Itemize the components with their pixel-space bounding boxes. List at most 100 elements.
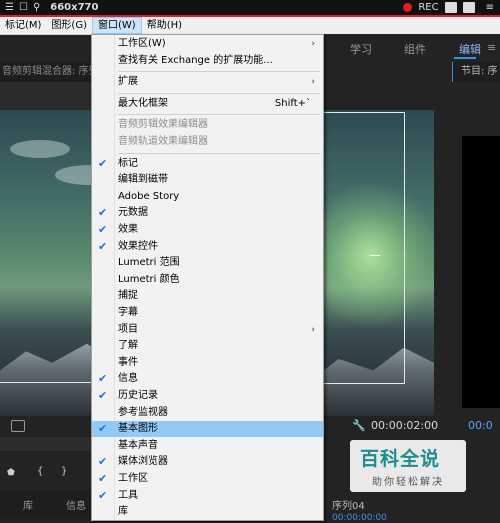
menu-item-2[interactable]: 扩展 › (92, 74, 323, 90)
watermark-subtitle: 助你轻松解决 (372, 477, 444, 488)
menu-marker[interactable]: 标记(M) (0, 17, 46, 34)
tab-info[interactable]: 信息 (66, 497, 86, 512)
menu-item-label: 工具 (118, 489, 138, 501)
menu-item-15[interactable]: 字幕 (92, 305, 323, 321)
menu-item-13[interactable]: Lumetri 颜色 (92, 272, 323, 288)
menu-item-24[interactable]: ✔ 媒体浏览器 (92, 454, 323, 470)
menu-item-6[interactable]: ✔ 标记 (92, 156, 323, 172)
checkmark-icon: ✔ (98, 455, 108, 469)
menu-item-label: 捕捉 (118, 290, 138, 302)
checkmark-icon: ✔ (98, 239, 108, 253)
menu-item-4: 音频剪辑效果编辑器 (92, 117, 323, 133)
square-icon[interactable]: ☐ (19, 2, 28, 13)
sequence-tab[interactable]: 序列04 (332, 497, 365, 512)
tab-assembly[interactable]: 组件 (404, 41, 426, 57)
menu-item-label: 事件 (118, 356, 138, 368)
recorder-toolbar: ☰ ☐ ⚲ 660x770 REC ≡ (0, 0, 500, 15)
menu-item-9[interactable]: ✔ 元数据 (92, 205, 323, 221)
menu-item-shortcut: Shift+` (274, 97, 311, 109)
source-panel-strip (0, 82, 92, 110)
cloud-shape (10, 140, 70, 158)
menu-item-label: 项目 (118, 323, 138, 335)
menu-item-3[interactable]: 最大化框架 Shift+` (92, 96, 323, 112)
mark-in-icon[interactable]: { (37, 466, 43, 477)
menu-item-18[interactable]: 事件 (92, 355, 323, 371)
tab-library[interactable]: 库 (23, 497, 33, 512)
menu-item-label: 音频轨道效果编辑器 (118, 136, 208, 147)
menu-icon[interactable]: ≡ (486, 2, 494, 13)
menu-item-label: 最大化框架 (118, 97, 168, 109)
menu-item-27[interactable]: 库 (92, 504, 323, 520)
menu-item-17[interactable]: 了解 (92, 338, 323, 354)
checkmark-icon: ✔ (98, 206, 108, 220)
menu-item-1[interactable]: 查找有关 Exchange 的扩展功能... (92, 53, 323, 69)
sequence-timecode: 00:00:00:00 (332, 513, 387, 523)
camera-icon[interactable] (444, 2, 457, 13)
menu-item-11[interactable]: ✔ 效果控件 (92, 239, 323, 255)
frame-handle[interactable] (370, 255, 380, 256)
menu-item-label: 元数据 (118, 207, 148, 219)
menu-item-21[interactable]: 参考监视器 (92, 405, 323, 421)
menu-item-label: 查找有关 Exchange 的扩展功能... (118, 54, 273, 66)
settings-box-icon[interactable] (11, 420, 25, 432)
search-icon[interactable]: ⚲ (33, 2, 40, 13)
menu-item-12[interactable]: Lumetri 范围 (92, 255, 323, 271)
menu-item-label: Lumetri 颜色 (118, 273, 180, 285)
hamburger-icon[interactable]: ☰ (5, 2, 14, 13)
menu-item-19[interactable]: ✔ 信息 (92, 371, 323, 387)
mark-out-icon[interactable]: } (61, 466, 67, 477)
menu-item-label: 音频剪辑效果编辑器 (118, 119, 208, 131)
watermark-title: 百科全说 (360, 448, 441, 470)
menu-item-0[interactable]: 工作区(W) › (92, 36, 323, 52)
menu-item-22[interactable]: ✔ 基本图形 (92, 421, 323, 438)
menu-item-16[interactable]: 项目 › (92, 322, 323, 338)
menu-item-25[interactable]: ✔ 工作区 (92, 471, 323, 487)
menu-item-14[interactable]: 捕捉 (92, 288, 323, 304)
menu-item-label: 标记 (118, 157, 138, 169)
menu-item-label: 基本声音 (118, 439, 158, 451)
tab-editing[interactable]: 编辑 (459, 41, 481, 57)
wrench-icon[interactable]: 🔧 (352, 419, 366, 432)
menu-item-label: 效果 (118, 224, 138, 235)
menu-help[interactable]: 帮助(H) (142, 17, 187, 34)
menu-item-label: Lumetri 范围 (118, 257, 180, 269)
program-monitor-header[interactable]: 节目: 序 (452, 62, 500, 82)
record-dot-icon (403, 3, 413, 12)
recorder-dimensions: 660x770 (50, 2, 99, 13)
marker-icon[interactable]: ⬟ (7, 468, 15, 478)
menu-item-label: 了解 (118, 340, 138, 352)
audio-clip-mixer-header[interactable]: 音频剪辑混合器: 序列 (0, 62, 94, 82)
menu-item-26[interactable]: ✔ 工具 (92, 488, 323, 504)
menu-separator (118, 92, 320, 94)
watermark-logo: 百科全说 助你轻松解决 (350, 440, 466, 492)
program-timecode-right: 00:0 (468, 419, 493, 432)
workspace-tabs: 学习 组件 编辑 ≡ (322, 34, 500, 60)
menu-item-label: 信息 (118, 373, 138, 385)
menu-item-label: 工作区 (118, 473, 148, 484)
submenu-arrow-icon: › (311, 77, 315, 88)
menu-item-8[interactable]: Adobe Story (92, 189, 323, 205)
menu-item-23[interactable]: 基本声音 (92, 438, 323, 454)
menu-graphics[interactable]: 图形(G) (46, 17, 92, 34)
checkmark-icon: ✔ (98, 372, 108, 386)
menu-bar: 标记(M) 图形(G) 窗口(W) 帮助(H) (0, 17, 500, 35)
checkmark-icon: ✔ (98, 223, 108, 236)
menu-item-label: 基本图形 (118, 423, 158, 435)
menu-separator (118, 152, 320, 154)
menu-item-label: 历史记录 (118, 390, 158, 401)
menu-item-10[interactable]: ✔ 效果 (92, 222, 323, 238)
record-label[interactable]: REC (418, 2, 438, 13)
checkmark-icon: ✔ (98, 488, 108, 502)
menu-window[interactable]: 窗口(W) (92, 17, 142, 34)
tab-learn[interactable]: 学习 (350, 41, 372, 57)
checkmark-icon: ✔ (98, 472, 108, 485)
menu-item-20[interactable]: ✔ 历史记录 (92, 388, 323, 404)
program-timecode: 00:00:02:00 (371, 419, 439, 432)
workspace-menu-icon[interactable]: ≡ (487, 41, 496, 54)
window-menu-dropdown: 工作区(W) › 查找有关 Exchange 的扩展功能... 扩展 › 最大化框架 Shi… (91, 34, 324, 521)
submenu-arrow-icon: › (311, 324, 315, 335)
pen-icon[interactable] (462, 2, 475, 13)
menu-item-5: 音频轨道效果编辑器 (92, 134, 323, 150)
checkmark-icon: ✔ (98, 389, 108, 402)
menu-item-7[interactable]: 编辑到磁带 (92, 172, 323, 188)
